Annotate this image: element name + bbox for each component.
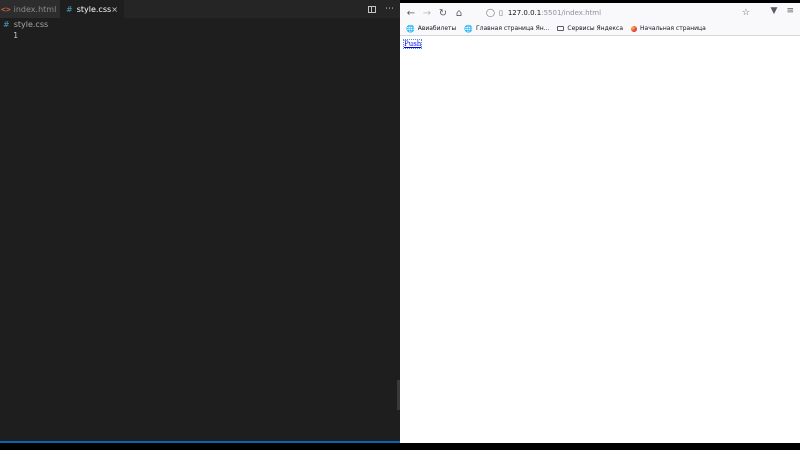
editor-tab-bar: <> index.html # style.css × ⋯ <box>0 0 400 18</box>
url-path: :5501/index.html <box>541 8 602 17</box>
line-number-gutter: 1 <box>0 31 18 40</box>
code-line[interactable] <box>22 31 400 41</box>
more-actions-icon[interactable]: ⋯ <box>385 4 394 14</box>
url-host: 127.0.0.1 <box>507 8 542 17</box>
code-editor: <> index.html # style.css × ⋯ # style.cs… <box>0 0 400 443</box>
back-arrow-icon[interactable]: ← <box>404 6 418 20</box>
tab-label: index.html <box>13 4 57 14</box>
css-file-icon: # <box>66 4 73 14</box>
push-link[interactable]: Push <box>402 39 423 49</box>
tab-style-css[interactable]: # style.css × <box>60 0 124 18</box>
toolbar-right: ▼ ≡ <box>771 6 794 16</box>
line-number: 1 <box>13 31 18 40</box>
html-file-icon: <> <box>1 4 11 14</box>
bookmark-label: Авиабилеты <box>417 25 457 32</box>
tab-label: style.css <box>76 4 112 14</box>
scrollbar-handle[interactable] <box>397 380 400 410</box>
css-file-icon: # <box>3 20 10 29</box>
bookmark-item[interactable]: 🌐 Главная страница Ян... <box>464 25 549 33</box>
bookmark-folder[interactable]: Сервисы Яндекса <box>557 25 623 32</box>
forward-arrow-icon[interactable]: → <box>420 6 434 20</box>
split-editor-icon[interactable] <box>368 5 376 13</box>
address-bar[interactable]: ◯ ▯ 127.0.0.1 :5501/index.html ☆ <box>486 5 750 20</box>
globe-icon: 🌐 <box>464 24 474 33</box>
bookmark-star-icon[interactable]: ☆ <box>742 8 750 18</box>
menu-icon[interactable]: ≡ <box>786 6 794 16</box>
globe-icon: 🌐 <box>406 24 415 33</box>
close-icon[interactable]: × <box>111 5 118 14</box>
bookmark-label: Начальная страница <box>640 25 706 32</box>
bookmark-item[interactable]: 🌐 Авиабилеты <box>406 25 456 33</box>
breadcrumb: # style.css <box>0 18 400 31</box>
reload-icon[interactable]: ↻ <box>436 6 450 20</box>
page-icon: ▯ <box>498 8 503 17</box>
tab-index-html[interactable]: <> index.html <box>0 0 60 18</box>
folder-icon <box>557 26 565 31</box>
editor-actions: ⋯ <box>368 0 394 18</box>
firefox-icon <box>631 25 638 32</box>
breadcrumb-file[interactable]: style.css <box>14 20 48 29</box>
bookmarks-toolbar: 🌐 Авиабилеты 🌐 Главная страница Ян... Се… <box>400 22 800 36</box>
browser-window: ← → ↻ ⌂ ◯ ▯ 127.0.0.1 :5501/index.html ☆… <box>400 0 800 443</box>
pocket-icon[interactable]: ▼ <box>771 6 778 16</box>
screen-edge <box>0 443 800 450</box>
page-content: Push <box>400 37 800 443</box>
bookmark-item[interactable]: Начальная страница <box>631 25 706 32</box>
bookmark-label: Сервисы Яндекса <box>567 25 624 32</box>
home-icon[interactable]: ⌂ <box>452 6 466 20</box>
browser-toolbar: ← → ↻ ⌂ ◯ ▯ 127.0.0.1 :5501/index.html ☆… <box>400 0 800 22</box>
bookmark-label: Главная страница Ян... <box>476 25 550 32</box>
shield-icon[interactable]: ◯ <box>486 8 495 17</box>
